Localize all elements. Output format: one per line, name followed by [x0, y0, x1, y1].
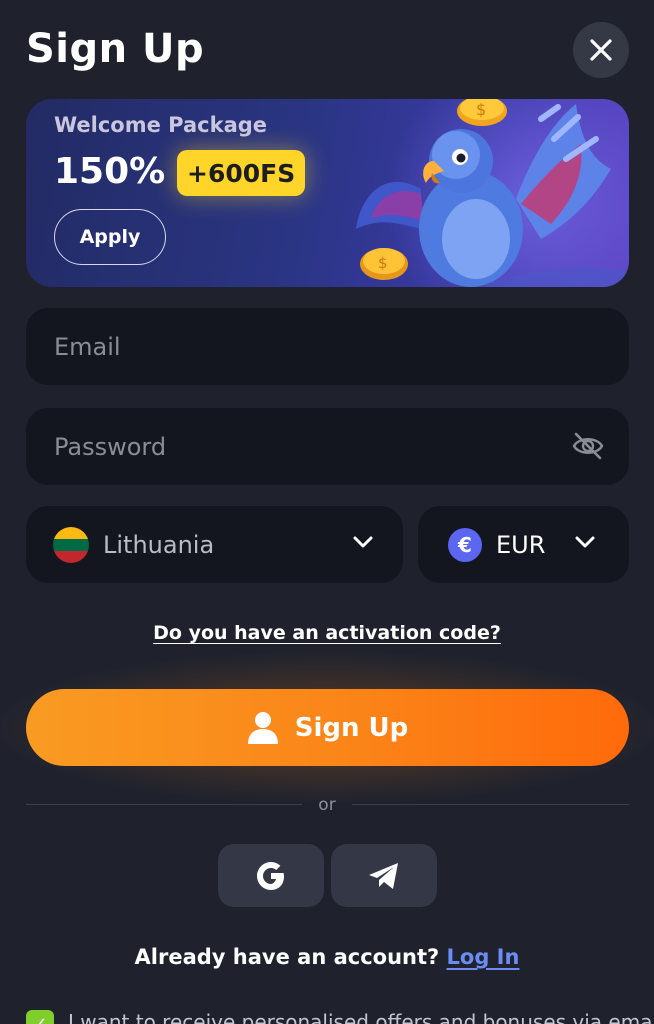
- close-icon: [590, 39, 612, 61]
- country-select[interactable]: Lithuania: [26, 506, 403, 583]
- user-icon: [247, 711, 279, 745]
- email-input[interactable]: [54, 332, 601, 361]
- login-prompt: Already have an account?: [134, 945, 440, 969]
- sign-up-button[interactable]: Sign Up: [26, 689, 629, 766]
- eye-off-icon[interactable]: [571, 430, 605, 462]
- page-title: Sign Up: [26, 26, 205, 72]
- consent-row: ✓ I want to receive personalised offers …: [26, 1010, 654, 1024]
- apply-button[interactable]: Apply: [54, 209, 166, 265]
- email-field[interactable]: [26, 308, 629, 385]
- google-icon: [257, 861, 284, 890]
- or-divider-text: or: [318, 795, 336, 815]
- coin-icon: $: [457, 99, 507, 126]
- password-field[interactable]: [26, 408, 629, 485]
- svg-text:$: $: [476, 100, 486, 119]
- telegram-login-button[interactable]: [331, 844, 437, 907]
- free-spins-badge: +600FS: [177, 150, 306, 196]
- banner-percent: 150%: [54, 151, 166, 192]
- password-input[interactable]: [54, 432, 601, 461]
- chevron-down-icon: [575, 536, 595, 548]
- telegram-icon: [369, 862, 398, 889]
- country-label: Lithuania: [103, 530, 215, 559]
- euro-icon: €: [448, 527, 482, 562]
- currency-label: EUR: [496, 530, 546, 559]
- divider-right: [352, 804, 629, 805]
- svg-text:$: $: [378, 254, 388, 272]
- login-link[interactable]: Log In: [447, 945, 520, 969]
- sign-up-label: Sign Up: [294, 712, 409, 743]
- parrot-mascot-illustration: $ $: [356, 99, 629, 287]
- login-prompt-row: Already have an account? Log In: [0, 945, 654, 969]
- google-login-button[interactable]: [218, 844, 324, 907]
- banner-subtitle: Welcome Package: [54, 113, 268, 137]
- lithuania-flag-icon: [53, 526, 89, 563]
- consent-text: I want to receive personalised offers an…: [68, 1010, 654, 1024]
- consent-checkbox[interactable]: ✓: [26, 1010, 54, 1024]
- chevron-down-icon: [353, 536, 373, 548]
- activation-code-link[interactable]: Do you have an activation code?: [0, 622, 654, 644]
- close-button[interactable]: [573, 22, 629, 78]
- welcome-banner: Welcome Package 150% +600FS Apply $ $: [26, 99, 629, 287]
- currency-select[interactable]: € EUR: [418, 506, 629, 583]
